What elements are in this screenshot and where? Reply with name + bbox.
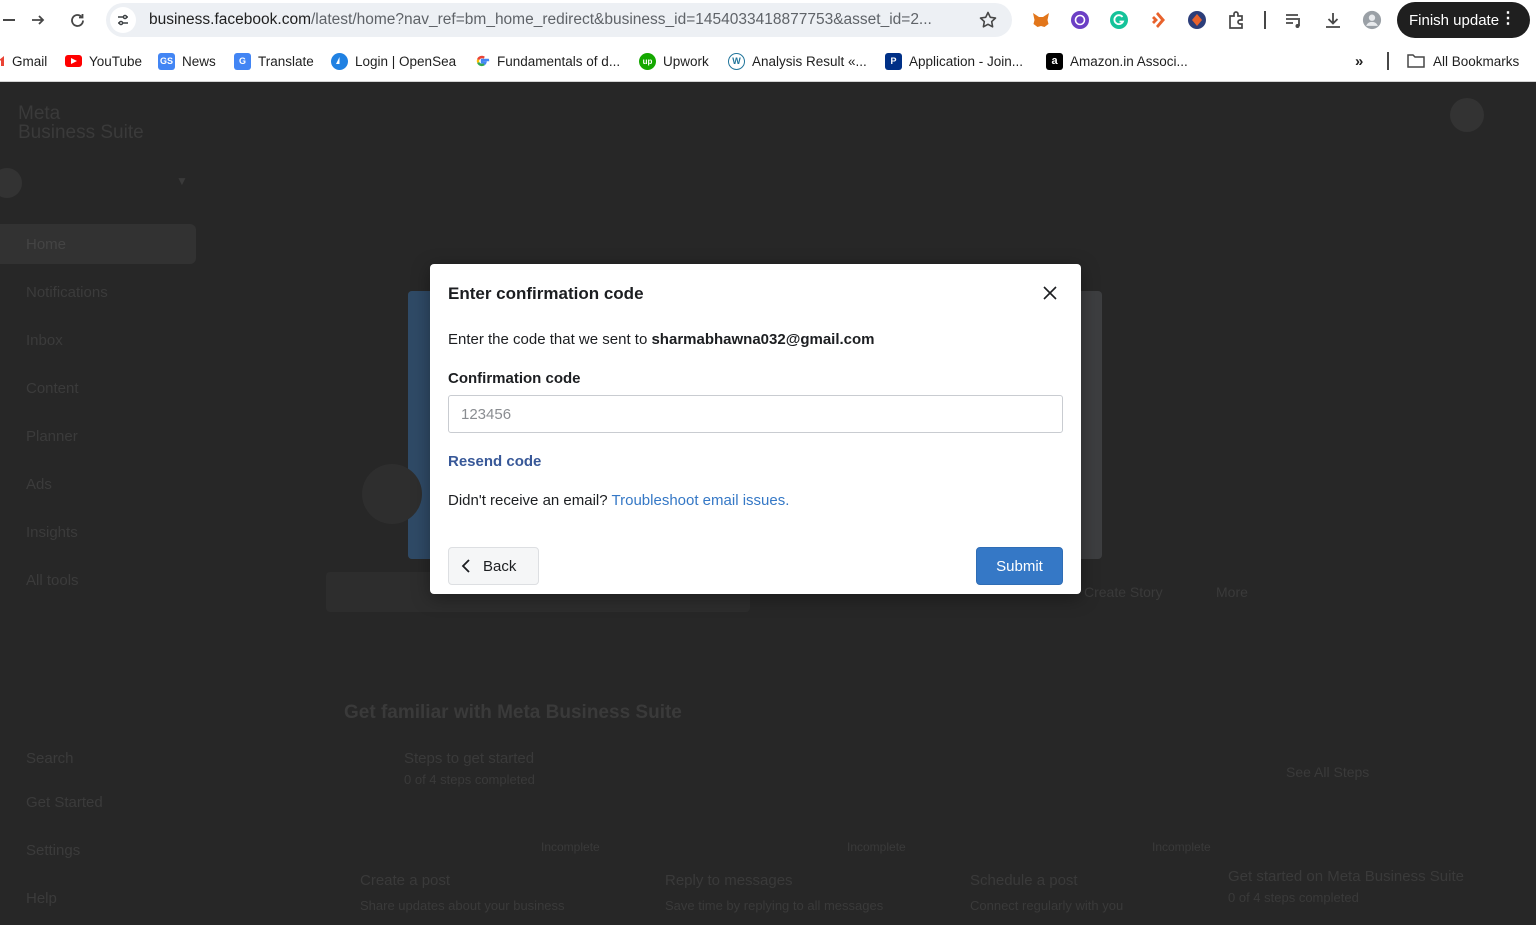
paypal-icon: P	[885, 52, 902, 70]
reading-list-icon[interactable]	[1284, 10, 1304, 30]
extension-purple-icon[interactable]	[1070, 10, 1090, 30]
sidebar-item-search[interactable]: Search	[0, 738, 196, 778]
opensea-icon	[331, 52, 348, 70]
business-avatar	[0, 168, 22, 198]
back-nav-icon[interactable]	[0, 5, 24, 35]
troubleshoot-email-link[interactable]: Troubleshoot email issues.	[612, 492, 790, 509]
sidebar-item-inbox[interactable]: Inbox	[0, 320, 196, 360]
news-icon: GS	[158, 52, 175, 70]
extension-orange-icon[interactable]	[1148, 10, 1168, 30]
bookmark-opensea[interactable]: Login | OpenSea	[331, 52, 456, 70]
toolbar-divider	[1264, 11, 1266, 29]
bookmark-upwork[interactable]: up Upwork	[639, 52, 709, 70]
dialog-title: Enter confirmation code	[448, 284, 644, 303]
close-icon[interactable]	[1038, 281, 1062, 305]
profile-avatar-icon[interactable]	[1362, 10, 1382, 30]
more-bookmarks-icon[interactable]: »	[1355, 52, 1363, 70]
url-text: business.facebook.com/latest/home?nav_re…	[149, 11, 932, 28]
bookmark-translate[interactable]: G Translate	[234, 52, 314, 70]
steps-title: Steps to get started	[404, 750, 535, 767]
tile-desc: Save time by replying to all messages	[665, 898, 884, 913]
tile-status: Incomplete	[541, 840, 600, 854]
amazon-icon: a	[1046, 52, 1063, 70]
sidebar-item-get-started[interactable]: Get Started	[0, 782, 196, 822]
bookmark-amazon[interactable]: a Amazon.in Associ...	[1046, 52, 1188, 70]
sidebar-item-settings[interactable]: Settings	[0, 830, 196, 870]
sidebar-item-home[interactable]: Home	[0, 224, 196, 264]
confirmation-code-label: Confirmation code	[448, 370, 581, 387]
tile-desc: Share updates about your business	[360, 898, 565, 913]
tile-status: Incomplete	[847, 840, 906, 854]
tile-title: Schedule a post	[970, 872, 1078, 889]
google-icon	[473, 52, 490, 70]
grammarly-icon[interactable]	[1109, 10, 1129, 30]
sidebar-item-insights[interactable]: Insights	[0, 512, 196, 552]
resend-code-link[interactable]: Resend code	[448, 453, 541, 470]
wordpress-icon: W	[728, 52, 745, 70]
sidebar-item-help[interactable]: Help	[0, 878, 196, 918]
extension-blue-icon[interactable]	[1187, 10, 1207, 30]
chevron-left-icon	[461, 558, 471, 574]
address-bar[interactable]: business.facebook.com/latest/home?nav_re…	[106, 3, 1012, 37]
forward-nav-icon[interactable]	[23, 5, 53, 35]
upwork-icon: up	[639, 52, 656, 70]
confirmation-code-input[interactable]	[448, 395, 1063, 433]
sidebar-item-planner[interactable]: Planner	[0, 416, 196, 456]
tile-title: Reply to messages	[665, 872, 793, 889]
sidebar-item-content[interactable]: Content	[0, 368, 196, 408]
create-story-link: Create Story	[1084, 584, 1163, 600]
tile-status: Incomplete	[1152, 840, 1211, 854]
back-label: Back	[483, 557, 517, 575]
translate-icon: G	[234, 52, 251, 70]
bookmark-gmail[interactable]: Gmail	[0, 52, 47, 70]
folder-icon	[1407, 54, 1425, 68]
bookmarks-divider	[1387, 52, 1389, 70]
more-vert-icon[interactable]: ⋮	[1500, 10, 1516, 28]
help-text: Didn't receive an email? Troubleshoot em…	[448, 492, 790, 509]
steps-subtitle: 0 of 4 steps completed	[404, 772, 535, 787]
gmail-icon	[0, 53, 4, 70]
confirmation-code-dialog: Enter confirmation code Enter the code t…	[430, 264, 1081, 594]
side-card-subtitle: 0 of 4 steps completed	[1228, 890, 1359, 905]
sidebar-item-ads[interactable]: Ads	[0, 464, 196, 504]
sidebar-item-notifications[interactable]: Notifications	[0, 272, 196, 312]
bookmarks-bar: Gmail YouTube GS News G Translate Login …	[0, 40, 1536, 82]
page-avatar	[362, 464, 422, 524]
sidebar-item-all-tools[interactable]: All tools	[0, 560, 196, 600]
bookmark-application[interactable]: P Application - Join...	[885, 52, 1023, 70]
reload-icon[interactable]	[62, 5, 92, 35]
side-card-title: Get started on Meta Business Suite	[1228, 868, 1464, 885]
bookmark-fundamentals[interactable]: Fundamentals of d...	[473, 52, 620, 70]
recipient-email: sharmabhawna032@gmail.com	[651, 331, 875, 348]
user-avatar	[1450, 98, 1484, 132]
youtube-icon	[65, 55, 82, 67]
download-icon[interactable]	[1323, 10, 1343, 30]
browser-toolbar: business.facebook.com/latest/home?nav_re…	[0, 0, 1536, 40]
extensions-puzzle-icon[interactable]	[1226, 10, 1246, 30]
bookmark-analysis-result[interactable]: W Analysis Result «...	[728, 52, 867, 70]
section-title: Get familiar with Meta Business Suite	[344, 702, 682, 723]
finish-update-button[interactable]: Finish update ⋮	[1397, 2, 1530, 38]
bookmark-news[interactable]: GS News	[158, 52, 216, 70]
brand-logo: Meta Business Suite	[18, 103, 144, 143]
instruction-text: Enter the code that we sent to sharmabha…	[448, 331, 875, 348]
finish-update-label: Finish update	[1409, 11, 1500, 29]
submit-button[interactable]: Submit	[976, 547, 1063, 585]
site-settings-icon[interactable]	[110, 7, 136, 33]
chevron-down-icon: ▼	[176, 174, 188, 188]
back-button[interactable]: Back	[448, 547, 539, 585]
bookmark-star-icon[interactable]	[978, 10, 998, 35]
tile-title: Create a post	[360, 872, 451, 889]
tile-desc: Connect regularly with you	[970, 898, 1124, 913]
metamask-icon[interactable]	[1031, 10, 1051, 30]
more-link: More	[1216, 584, 1248, 600]
all-bookmarks-button[interactable]: All Bookmarks	[1407, 52, 1519, 70]
bookmark-youtube[interactable]: YouTube	[65, 52, 142, 70]
see-all-steps-link: See All Steps	[1286, 764, 1370, 780]
